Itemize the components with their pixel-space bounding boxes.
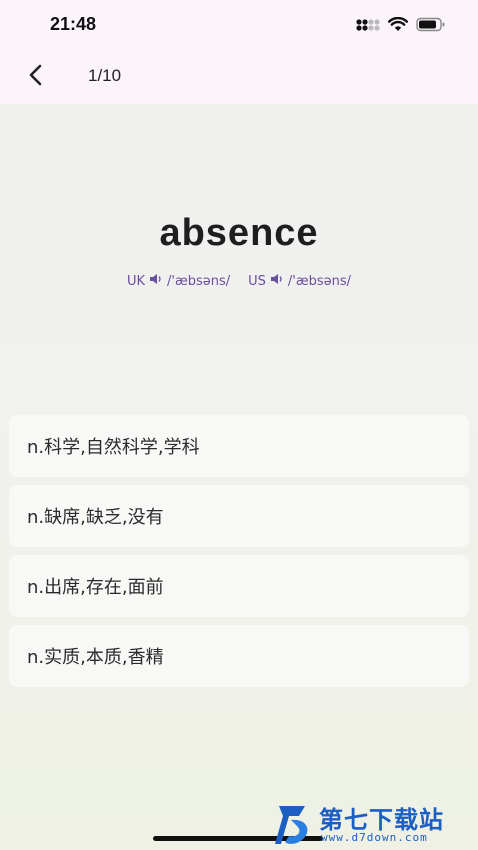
word-title: absence: [159, 212, 319, 254]
answer-option-1[interactable]: n.科学,自然科学,学科: [9, 415, 469, 477]
uk-label: UK: [126, 273, 145, 289]
option-label: n.科学,自然科学,学科: [27, 437, 200, 458]
d7-logo-icon: [275, 804, 315, 850]
status-time: 21:48: [50, 14, 97, 34]
answer-option-4[interactable]: n.实质,本质,香精: [9, 625, 469, 687]
watermark-title: 第七下载站: [319, 806, 444, 834]
back-button[interactable]: [18, 60, 52, 94]
speaker-icon: [270, 273, 284, 289]
option-label: n.缺席,缺乏,没有: [27, 507, 164, 528]
option-label: n.实质,本质,香精: [27, 647, 164, 668]
answer-option-3[interactable]: n.出席,存在,面前: [9, 555, 469, 617]
option-label: n.出席,存在,面前: [27, 577, 164, 598]
watermark-url: www.d7down.com: [321, 831, 428, 844]
uk-pronunciation[interactable]: UK /'æbsəns/: [127, 273, 230, 289]
chevron-left-icon: [27, 64, 43, 90]
answer-options: n.科学,自然科学,学科 n.缺席,缺乏,没有 n.出席,存在,面前 n.实质,…: [9, 415, 469, 695]
speaker-icon: [149, 273, 163, 289]
us-pronunciation[interactable]: US /'æbsəns/: [248, 273, 351, 289]
phonetics-row: UK /'æbsəns/ US /'æbsəns/: [0, 273, 478, 289]
wifi-icon: [388, 16, 408, 36]
watermark: 第七下载站 www.d7down.com: [275, 800, 470, 848]
uk-ipa: /'æbsəns/: [166, 273, 231, 289]
status-icons: [356, 16, 446, 36]
nav-bar: 1/10: [0, 50, 478, 104]
us-label: US: [248, 273, 266, 289]
us-ipa: /'æbsəns/: [287, 273, 352, 289]
status-bar: 21:48: [0, 0, 478, 50]
progress-counter: 1/10: [88, 66, 122, 85]
battery-icon: [416, 17, 446, 36]
answer-option-2[interactable]: n.缺席,缺乏,没有: [9, 485, 469, 547]
cellular-signal-icon: [356, 17, 380, 36]
